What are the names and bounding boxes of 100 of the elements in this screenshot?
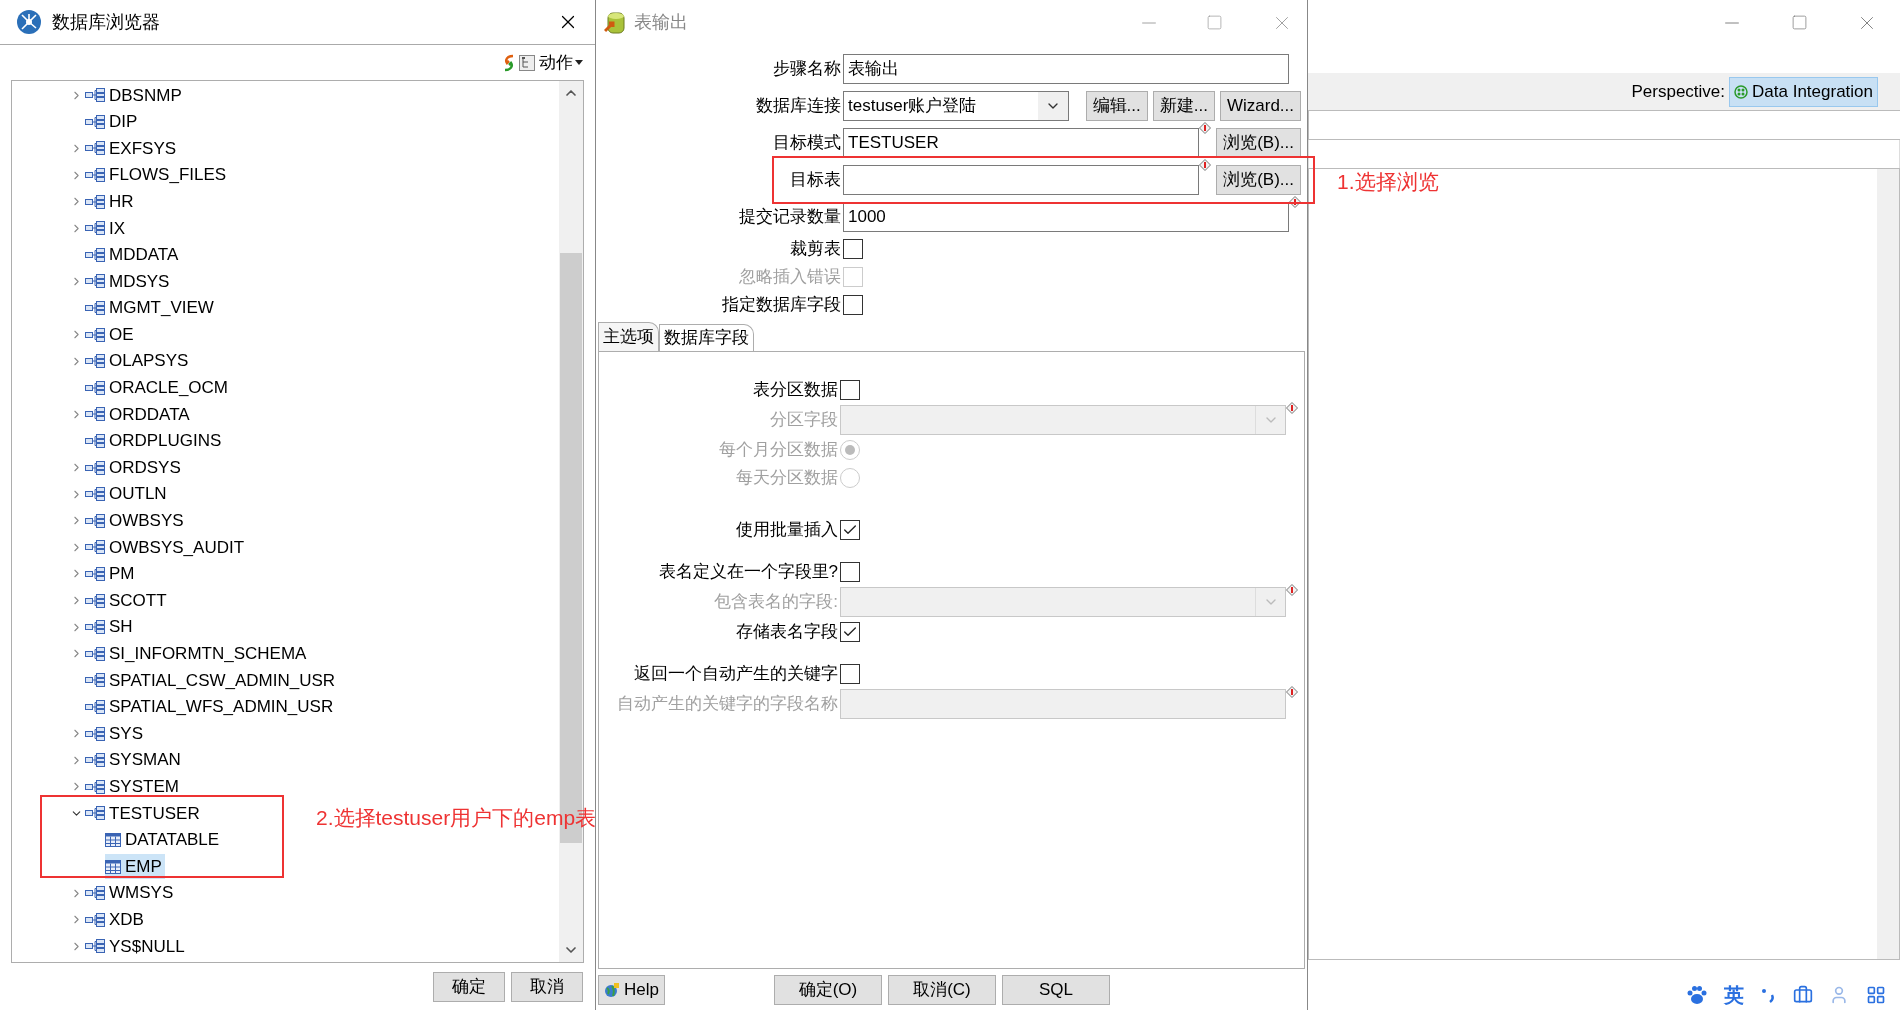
tree-item[interactable]: OUTLN <box>85 481 170 507</box>
dialog-button[interactable]: 确定(O) <box>773 974 882 1005</box>
punctuation-icon[interactable] <box>1760 987 1777 1003</box>
tree-item[interactable]: MGMT_VIEW <box>85 295 217 321</box>
tree-item[interactable]: FLOWS_FILES <box>85 162 230 188</box>
checkbox[interactable] <box>843 295 863 315</box>
field-label: 每天分区数据 <box>735 467 839 490</box>
tree-item[interactable]: ORDDATA <box>85 401 193 428</box>
checkbox[interactable] <box>843 239 863 259</box>
tree-item[interactable]: DBSNMP <box>85 82 185 109</box>
tree-item[interactable]: SH <box>85 614 136 640</box>
perspective-button[interactable]: Data Integration <box>1729 76 1878 107</box>
tree-item[interactable]: MDSYS <box>85 268 173 295</box>
checkbox[interactable] <box>840 622 860 642</box>
field-label: 存储表名字段 <box>735 621 839 644</box>
toolbox-icon[interactable] <box>1793 985 1814 1005</box>
tree-item[interactable]: YS$NULL <box>85 933 188 960</box>
schema-icon <box>85 434 105 448</box>
schema-icon <box>85 194 105 209</box>
tree-item[interactable]: WMSYS <box>85 880 177 906</box>
paw-icon[interactable] <box>1686 985 1709 1005</box>
dialog-button[interactable]: 新建... <box>1152 90 1215 121</box>
field-label: 表名定义在一个字段里? <box>657 561 839 584</box>
schema-icon <box>85 540 105 555</box>
tree-item[interactable]: SYSTEM <box>85 774 182 800</box>
dropdown-field[interactable]: testuser账户登陆 <box>843 90 1069 121</box>
text-field[interactable]: 1000 <box>843 201 1289 232</box>
tab[interactable]: 数据库字段 <box>659 324 754 351</box>
schema-icon <box>85 274 105 289</box>
schema-icon <box>85 141 105 156</box>
tree-item[interactable]: TESTUSER <box>85 800 203 827</box>
text-field[interactable]: TESTUSER <box>843 127 1200 158</box>
text-field[interactable]: 表输出 <box>843 53 1289 84</box>
tree-item[interactable]: SYS <box>85 720 147 747</box>
field-label: 目标模式 <box>772 131 842 154</box>
dialog-button[interactable]: 取消(C) <box>887 974 996 1005</box>
schema-icon <box>85 460 105 475</box>
tree-item[interactable]: DATATABLE <box>105 827 223 853</box>
tree-item[interactable]: SCOTT <box>85 587 170 614</box>
dialog-button[interactable]: 确定 <box>433 971 505 1002</box>
schema-icon <box>85 593 105 608</box>
tree-item[interactable]: ORDPLUGINS <box>85 428 225 454</box>
field-label: 忽略插入错误 <box>738 266 842 289</box>
tree-item[interactable]: MDDATA <box>85 242 182 268</box>
field-label: 数据库连接 <box>755 94 842 117</box>
perspective-label: Perspective: <box>1631 80 1726 103</box>
tree-item[interactable]: ORDSYS <box>85 454 184 481</box>
tree-item[interactable]: SPATIAL_WFS_ADMIN_USR <box>85 694 337 720</box>
scrollbar[interactable] <box>1877 169 1899 959</box>
tree-item[interactable]: XDB <box>85 906 147 933</box>
tree-item[interactable]: OE <box>85 321 137 348</box>
refresh-icon[interactable] <box>503 53 515 72</box>
caret-icon <box>575 60 583 65</box>
annotation-text: 2.选择testuser用户下的emp表 <box>316 805 597 831</box>
field-label: 目标表 <box>789 168 842 191</box>
text-field[interactable] <box>843 164 1200 195</box>
maximize-icon[interactable] <box>1791 14 1808 31</box>
tree-item[interactable]: HR <box>85 188 137 215</box>
tree-item[interactable]: OLAPSYS <box>85 348 192 374</box>
tree-item[interactable]: SPATIAL_CSW_ADMIN_USR <box>85 667 339 694</box>
table-icon <box>105 832 121 847</box>
input-mode-indicator[interactable]: 英 <box>1724 980 1745 1010</box>
action-menu-button[interactable]: 动作 <box>539 49 583 76</box>
field-label: 使用批量插入 <box>735 519 839 542</box>
schema-icon <box>85 673 105 688</box>
tree-item[interactable]: SYSMAN <box>85 747 184 773</box>
help-button[interactable]: Help <box>598 974 665 1005</box>
dialog-button[interactable]: Wizard... <box>1219 90 1301 121</box>
schema-icon <box>85 753 105 768</box>
tree-item[interactable]: IX <box>85 215 129 241</box>
schema-icon <box>85 407 105 422</box>
schema-icon <box>85 88 105 103</box>
tree-item[interactable]: OWBSYS_AUDIT <box>85 534 248 561</box>
checkbox[interactable] <box>840 380 860 400</box>
dialog-button[interactable]: 编辑... <box>1085 90 1148 121</box>
tree-item[interactable]: DIP <box>85 109 141 135</box>
field-label: 步骤名称 <box>772 57 842 80</box>
window-title: 数据库浏览器 <box>52 10 161 34</box>
tree-item[interactable]: EMP <box>105 853 165 880</box>
dialog-button[interactable]: SQL <box>1001 974 1110 1005</box>
schema-icon <box>85 567 105 581</box>
grid-icon[interactable] <box>1865 985 1886 1005</box>
tree-item[interactable]: OWBSYS <box>85 508 187 534</box>
schema-icon <box>85 168 105 183</box>
tree-item[interactable]: EXFSYS <box>85 135 180 162</box>
tree-item[interactable]: ORACLE_OCM <box>85 375 232 401</box>
tree-item[interactable]: SI_INFORMTN_SCHEMA <box>85 641 310 667</box>
checkbox[interactable] <box>840 664 860 684</box>
schema-icon <box>85 646 105 661</box>
schema-icon <box>85 620 105 635</box>
checkbox[interactable] <box>840 520 860 540</box>
field-label: 提交记录数量 <box>738 205 842 228</box>
tab[interactable]: 主选项 <box>598 322 659 351</box>
maximize-icon[interactable] <box>1206 14 1223 31</box>
dialog-button[interactable]: 浏览(B)... <box>1216 127 1301 158</box>
dialog-button[interactable]: 取消 <box>511 971 583 1002</box>
dialog-button[interactable]: 浏览(B)... <box>1216 164 1301 195</box>
tree-view-icon[interactable] <box>519 54 535 71</box>
checkbox[interactable] <box>840 562 860 582</box>
tree-item[interactable]: PM <box>85 561 138 587</box>
